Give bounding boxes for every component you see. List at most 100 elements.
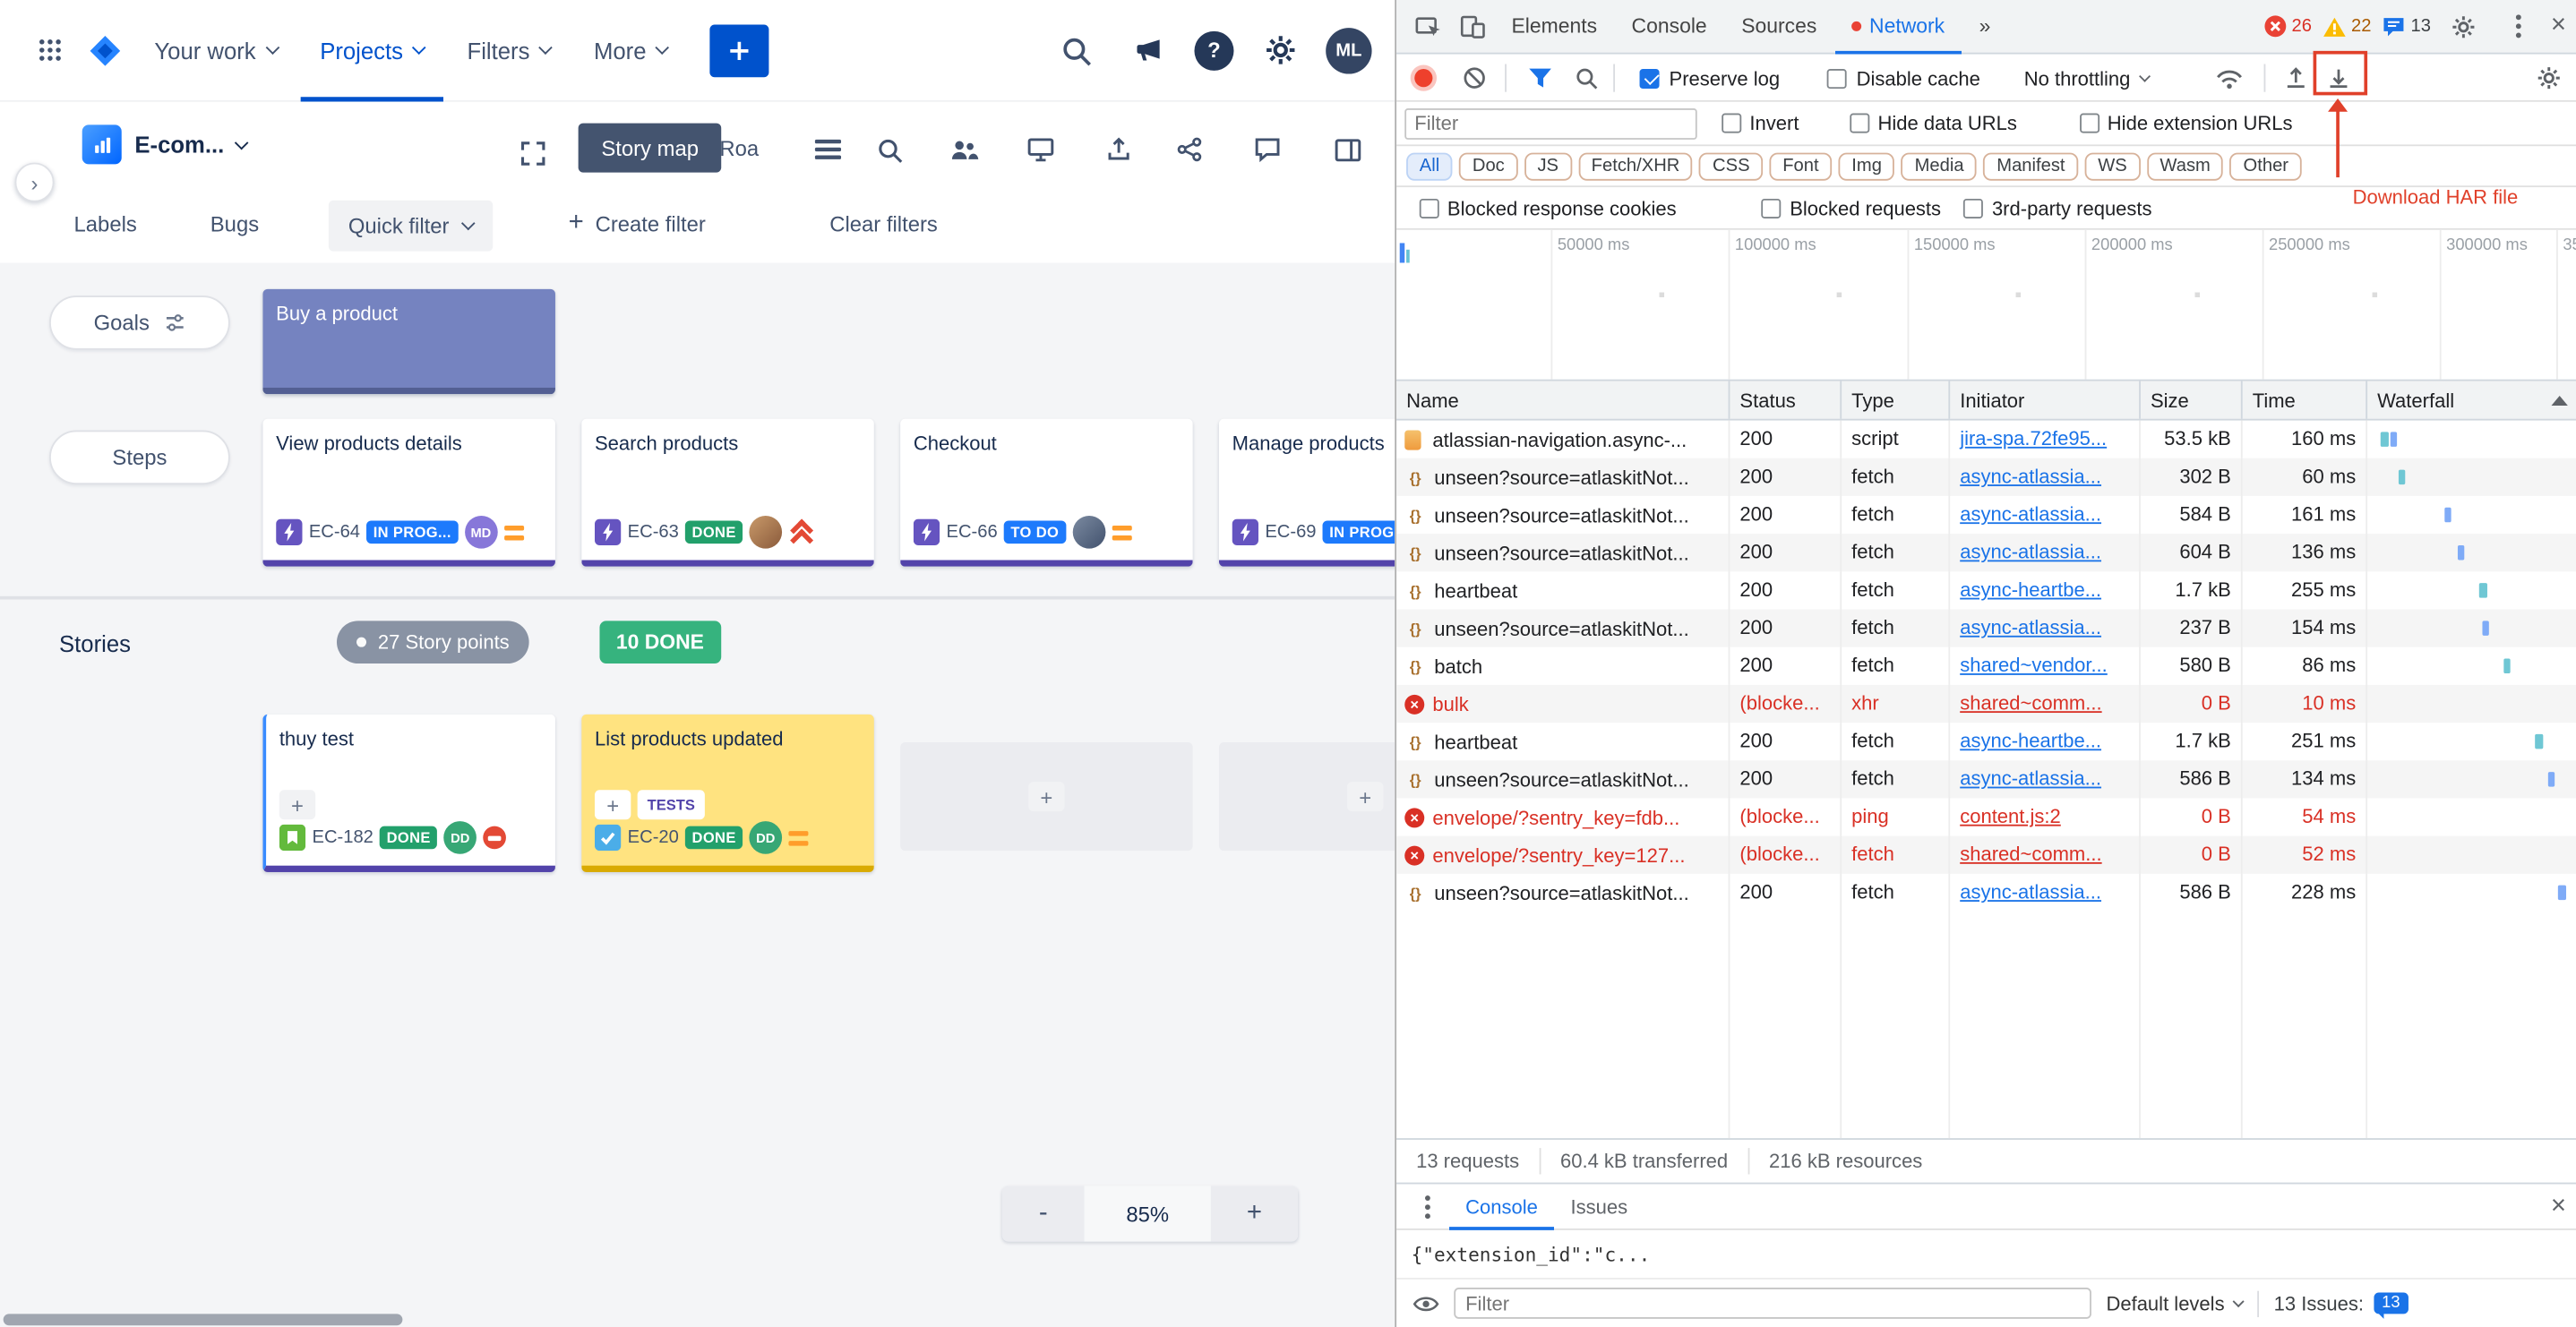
column-header-status[interactable]: Status [1730,381,1842,419]
sidebar-expand-button[interactable]: › [15,163,55,202]
comment-icon[interactable] [1245,128,1288,171]
tab-network[interactable]: Network [1835,0,1962,54]
create-filter-button[interactable]: +Create filter [569,210,706,236]
story-card[interactable]: List products updated + TESTS EC-20 DONE… [581,715,873,872]
drawer-tab-issues[interactable]: Issues [1554,1184,1644,1229]
clear-filters-button[interactable]: Clear filters [829,212,938,237]
create-issue-button[interactable] [710,24,769,77]
rows-view-icon[interactable] [807,128,850,171]
chip-js[interactable]: JS [1524,152,1572,180]
panel-icon[interactable] [1326,128,1369,171]
eye-icon[interactable] [1413,1293,1438,1313]
preserve-log-checkbox[interactable] [1640,68,1660,88]
tab-console[interactable]: Console [1615,0,1723,54]
add-chip[interactable]: + [279,790,315,819]
network-request-row[interactable]: {}unseen?source=atlaskitNot...200fetchas… [1396,760,2576,798]
horizontal-scrollbar-thumb[interactable] [4,1314,403,1325]
presentation-icon[interactable] [1018,128,1061,171]
devtools-close-icon[interactable]: × [2551,13,2566,39]
jira-logo[interactable] [79,24,132,77]
request-initiator[interactable]: shared~comm... [1950,836,2141,874]
network-request-row[interactable]: {}batch200fetchshared~vendor...580 B86 m… [1396,647,2576,685]
network-settings-gear-icon[interactable] [2537,55,2562,102]
chip-ws[interactable]: WS [2085,152,2141,180]
chip-all[interactable]: All [1406,152,1453,180]
nav-projects[interactable]: Projects [300,0,444,101]
network-conditions-icon[interactable] [2215,55,2245,102]
step-card[interactable]: View products detailsEC-64IN PROG...MD [262,419,554,567]
label-chip[interactable]: TESTS [638,790,705,819]
step-card[interactable]: Manage productsEC-69IN PROG... [1219,419,1395,567]
issues-count-badge[interactable]: 13 [2374,1293,2409,1314]
nav-filters[interactable]: Filters [448,0,571,101]
filter-labels[interactable]: Labels [74,212,137,237]
network-request-row[interactable]: {}heartbeat200fetchasync-heartbe...1.7 k… [1396,723,2576,760]
request-initiator[interactable]: shared~comm... [1950,685,2141,723]
request-initiator[interactable]: async-atlassia... [1950,534,2141,571]
column-header-type[interactable]: Type [1842,381,1950,419]
filter-toggle-icon[interactable] [1528,55,1553,102]
story-card[interactable]: thuy test + EC-182 DONE DD [262,715,554,872]
tab-sources[interactable]: Sources [1725,0,1833,54]
request-initiator[interactable]: async-atlassia... [1950,496,2141,534]
request-initiator[interactable]: async-heartbe... [1950,723,2141,760]
messages-badge[interactable]: 13 [2383,15,2431,37]
column-header-name[interactable]: Name [1396,381,1730,419]
chip-font[interactable]: Font [1770,152,1833,180]
nav-your-work[interactable]: Your work [134,0,296,101]
console-filter-input[interactable] [1454,1288,2091,1319]
network-request-row[interactable]: ×envelope/?sentry_key=fdb...(blocke...pi… [1396,798,2576,835]
errors-badge[interactable]: 26 [2263,15,2312,39]
drawer-tab-console[interactable]: Console [1449,1184,1554,1229]
inspect-element-icon[interactable] [1406,5,1449,48]
fullscreen-icon[interactable] [506,126,559,179]
disable-cache-checkbox[interactable] [1827,68,1847,88]
column-header-time[interactable]: Time [2243,381,2367,419]
request-initiator[interactable]: jira-spa.72fe95... [1950,421,2141,458]
share-icon[interactable] [1168,128,1211,171]
request-initiator[interactable]: async-atlassia... [1950,874,2141,912]
import-har-icon[interactable] [2284,55,2309,102]
empty-story-slot[interactable]: + [900,742,1192,851]
devtools-menu-kebab-icon[interactable] [2496,5,2539,48]
export-icon[interactable] [1097,128,1140,171]
clear-network-log-icon[interactable] [1462,55,1487,102]
goal-card[interactable]: Buy a product [262,289,554,394]
nav-more[interactable]: More [574,0,687,101]
app-switcher-icon[interactable] [23,24,76,77]
console-log-line[interactable]: {"extension_id":"c... [1396,1230,2576,1280]
step-card[interactable]: Search productsEC-63DONE [581,419,873,567]
network-search-icon[interactable] [1574,55,1599,102]
add-card-chip[interactable]: + [1347,782,1383,811]
chip-media[interactable]: Media [1902,152,1977,180]
network-request-row[interactable]: ×bulk(blocke...xhrshared~comm...0 B10 ms [1396,685,2576,723]
story-map-tab[interactable]: Story map [579,124,722,173]
quick-filter-button[interactable]: Quick filter [329,201,494,252]
invert-checkbox[interactable] [1722,114,1741,133]
network-request-row[interactable]: {}unseen?source=atlaskitNot...200fetchas… [1396,874,2576,912]
step-card[interactable]: CheckoutEC-66TO DO [900,419,1192,567]
chip-img[interactable]: Img [1839,152,1895,180]
goals-row-button[interactable]: Goals [49,295,230,350]
device-toolbar-icon[interactable] [1451,5,1494,48]
chip-other[interactable]: Other [2230,152,2302,180]
more-tabs-button[interactable]: » [1962,0,2006,54]
network-request-row[interactable]: ×envelope/?sentry_key=127...(blocke...fe… [1396,836,2576,874]
request-initiator[interactable]: shared~vendor... [1950,647,2141,685]
announcements-icon[interactable] [1122,24,1175,77]
network-filter-input[interactable] [1404,107,1696,139]
empty-story-slot[interactable]: + [1219,742,1395,851]
warnings-badge[interactable]: 22 [2323,15,2372,37]
add-chip[interactable]: + [595,790,631,819]
column-header-waterfall[interactable]: Waterfall [2367,381,2576,419]
chip-wasm[interactable]: Wasm [2147,152,2224,180]
network-request-row[interactable]: {}unseen?source=atlaskitNot...200fetchas… [1396,496,2576,534]
request-initiator[interactable]: async-atlassia... [1950,760,2141,798]
hide-data-urls-checkbox[interactable] [1850,114,1869,133]
request-initiator[interactable]: async-atlassia... [1950,609,2141,646]
roadmap-tab[interactable]: Roa [719,124,785,173]
people-icon[interactable] [943,128,986,171]
user-avatar[interactable]: ML [1326,27,1371,73]
column-header-size[interactable]: Size [2141,381,2243,419]
download-har-icon[interactable] [2326,55,2351,102]
